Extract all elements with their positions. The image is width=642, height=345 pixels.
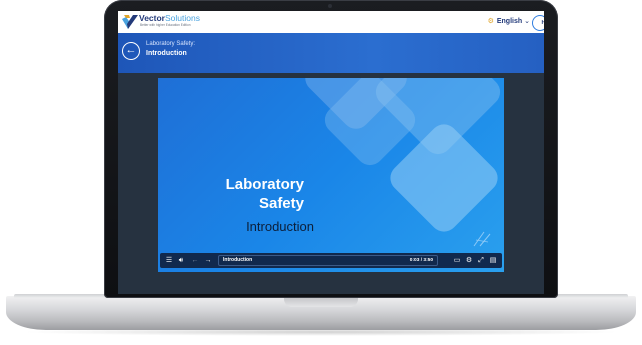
brand-name: VectorSolutions bbox=[139, 13, 200, 23]
top-bar: VectorSolutions Better with higher Educa… bbox=[118, 11, 544, 33]
player-controls: ☰ 🔊︎ ← → Introduction 0:03 / 3:50 ▭ ⚙ ⤢ … bbox=[160, 253, 502, 268]
video-player[interactable]: Laboratory Safety Introduction ☰ 🔊︎ ← → … bbox=[158, 78, 504, 272]
course-subtitle: Introduction bbox=[146, 50, 187, 57]
arrow-left-icon: ← bbox=[125, 44, 137, 56]
arrow-right-icon[interactable]: → bbox=[203, 253, 213, 268]
laptop-notch bbox=[284, 298, 358, 307]
language-selector[interactable]: ⚙ English ⌄ bbox=[488, 17, 530, 25]
lab-flask-icon bbox=[473, 231, 491, 247]
video-subtitle: Introduction bbox=[246, 219, 314, 234]
course-title: Laboratory Safety: bbox=[146, 41, 196, 47]
video-frame[interactable]: Laboratory Safety Introduction bbox=[158, 78, 504, 272]
expand-icon[interactable]: ⤢ bbox=[476, 253, 486, 268]
language-label: English bbox=[496, 18, 523, 25]
chapter-label: Introduction bbox=[223, 257, 253, 263]
globe-icon: ⚙ bbox=[487, 18, 494, 25]
video-title: Laboratory Safety bbox=[225, 176, 304, 212]
captions-icon[interactable]: ▭ bbox=[452, 253, 462, 268]
avatar[interactable]: Hi bbox=[532, 15, 544, 31]
gear-icon[interactable]: ⚙ bbox=[464, 253, 474, 268]
progress-bar[interactable]: Introduction 0:03 / 3:50 bbox=[218, 255, 438, 266]
chevron-down-icon: ⌄ bbox=[524, 18, 530, 25]
menu-icon[interactable]: ☰ bbox=[164, 253, 174, 268]
arrow-left-icon[interactable]: ← bbox=[190, 253, 200, 268]
logo-mark-icon bbox=[122, 15, 138, 29]
course-header: ← Laboratory Safety: Introduction bbox=[118, 33, 544, 73]
volume-icon[interactable]: 🔊︎ bbox=[176, 253, 186, 268]
camera bbox=[328, 4, 332, 8]
back-button[interactable]: ← bbox=[122, 42, 140, 60]
brand-tagline: Better with higher Education Edition bbox=[140, 23, 191, 27]
laptop-lid: VectorSolutions Better with higher Educa… bbox=[104, 0, 558, 298]
transcript-icon[interactable]: ▤ bbox=[488, 253, 498, 268]
time-label: 0:03 / 3:50 bbox=[409, 258, 433, 263]
screen: VectorSolutions Better with higher Educa… bbox=[118, 11, 544, 294]
